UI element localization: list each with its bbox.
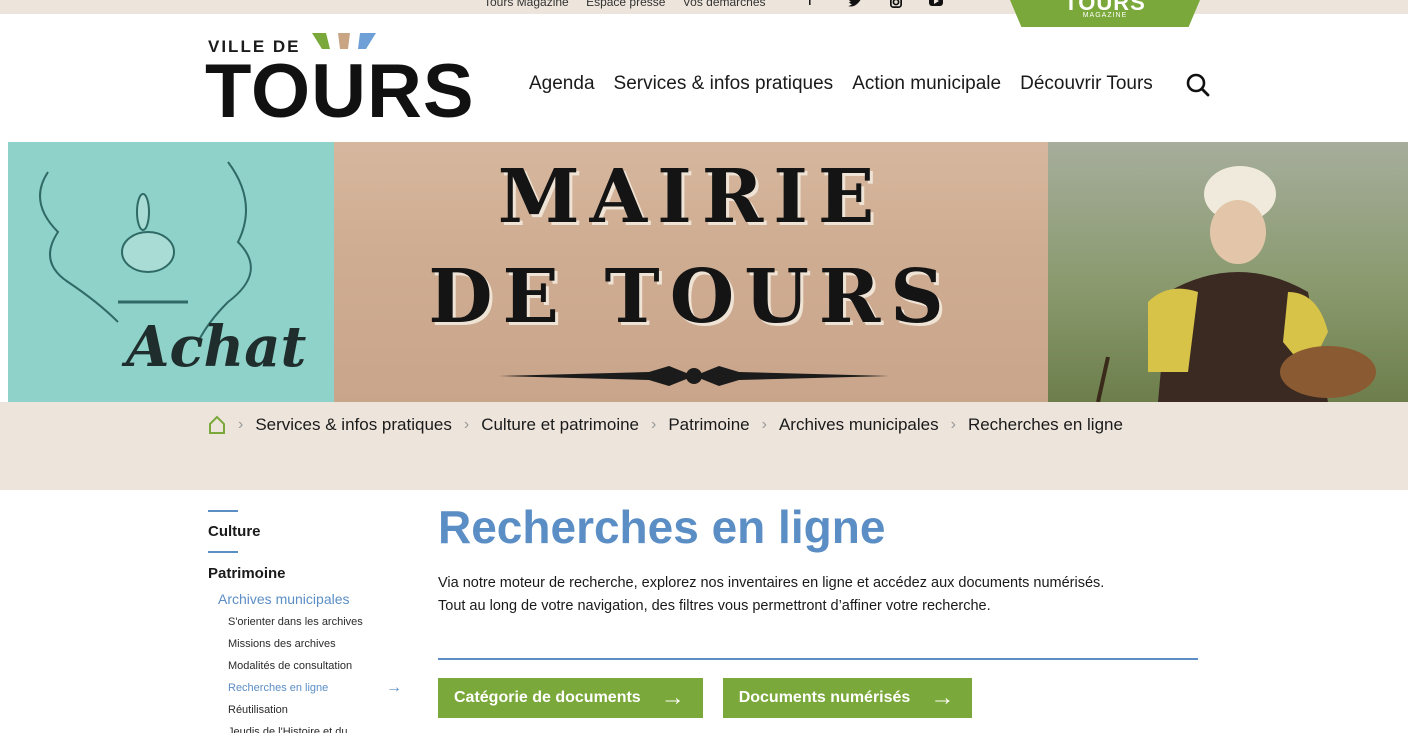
sidebar-item-jeudis-histoire[interactable]: Jeudis de l'Histoire et du (228, 721, 408, 733)
breadcrumb-item[interactable]: Archives municipales (779, 415, 939, 435)
logo-tours: TOURS (205, 49, 475, 134)
sidebar-item-reutilisation[interactable]: Réutilisation (228, 699, 408, 721)
banner-photo-child (1048, 142, 1408, 402)
sidebar-section-culture[interactable]: Culture (208, 523, 408, 540)
sidebar-item-missions[interactable]: Missions des archives (228, 633, 408, 655)
sidebar-item-recherches-en-ligne[interactable]: Recherches en ligne → (228, 677, 408, 699)
banner-left-caption: Achat (126, 314, 307, 380)
link-vos-demarches[interactable]: Vos démarches (683, 0, 766, 9)
sidebar-rule (208, 551, 238, 553)
action-buttons: Catégorie de documents → Documents numér… (438, 678, 973, 718)
nav-decouvrir-tours[interactable]: Découvrir Tours (1020, 73, 1153, 95)
banner-title-line1: MAIRIE (497, 154, 885, 240)
nav-services-infos[interactable]: Services & infos pratiques (614, 73, 834, 95)
chevron-right-icon: › (761, 416, 767, 433)
banner-title-line2: DE TOURS (428, 254, 954, 340)
main-content: Recherches en ligne Via notre moteur de … (438, 500, 1198, 660)
breadcrumb-item[interactable]: Patrimoine (668, 415, 749, 435)
youtube-icon[interactable] (929, 0, 943, 11)
home-icon[interactable] (208, 415, 226, 435)
utility-bar: Tours Magazine Espace presse Vos démarch… (0, 0, 1408, 27)
search-icon[interactable] (1185, 72, 1211, 98)
breadcrumb: › Services & infos pratiques › Culture e… (208, 415, 1123, 435)
main-nav: Agenda Services & infos pratiques Action… (529, 73, 1153, 95)
link-espace-presse[interactable]: Espace presse (586, 0, 665, 9)
sidebar-item-sorienter[interactable]: S'orienter dans les archives (228, 611, 408, 633)
section-divider (438, 658, 1198, 660)
chevron-right-icon: › (463, 416, 470, 433)
documents-numerises-button[interactable]: Documents numérisés → (722, 678, 973, 718)
chevron-right-icon: › (950, 416, 956, 433)
site-logo[interactable]: VILLE DE TOURS (205, 32, 478, 134)
arrow-right-icon: → (386, 679, 402, 696)
intro-line-1: Via notre moteur de recherche, explorez … (438, 575, 1105, 591)
twitter-icon[interactable] (848, 0, 862, 11)
banner-mairie-de-tours: MAIRIE DE TOURS (334, 142, 1048, 402)
breadcrumb-item[interactable]: Culture et patrimoine (481, 415, 639, 435)
sidebar-item-label: Recherches en ligne (228, 682, 329, 694)
utility-links: Tours Magazine Espace presse Vos démarch… (484, 0, 780, 9)
sidebar-item-modalites[interactable]: Modalités de consultation (228, 655, 408, 677)
ornament-divider (499, 366, 889, 386)
hero-banner: Achat MAIRIE DE TOURS (8, 142, 1408, 402)
sidebar-item-archives-municipales[interactable]: Archives municipales (218, 591, 408, 607)
nav-action-municipale[interactable]: Action municipale (852, 73, 1001, 95)
facebook-icon[interactable]: f (808, 0, 812, 8)
button-label: Documents numérisés (738, 689, 911, 706)
banner-illustration-achat: Achat (8, 142, 334, 402)
tours-magazine-badge[interactable]: TOURS MAGAZINE (1010, 0, 1200, 27)
sidebar-sublist: S'orienter dans les archives Missions de… (228, 611, 408, 733)
page-title: Recherches en ligne (438, 501, 886, 553)
chevron-right-icon: › (238, 416, 244, 433)
instagram-icon[interactable] (889, 0, 903, 11)
sidebar-rule (208, 510, 238, 512)
arrow-right-icon: → (660, 684, 685, 711)
sidebar-subsection-patrimoine[interactable]: Patrimoine (208, 565, 408, 582)
intro-line-2: Tout au long de votre navigation, des fi… (438, 598, 991, 614)
intro-text: Via notre moteur de recherche, explorez … (438, 572, 1198, 618)
categorie-documents-button[interactable]: Catégorie de documents → (438, 678, 703, 718)
breadcrumb-bar: › Services & infos pratiques › Culture e… (0, 402, 1408, 490)
chevron-right-icon: › (651, 416, 657, 433)
breadcrumb-item[interactable]: Services & infos pratiques (255, 415, 452, 435)
magazine-badge-title: TOURS (1064, 0, 1146, 15)
link-tours-magazine[interactable]: Tours Magazine (484, 0, 569, 9)
arrow-right-icon: → (930, 684, 955, 711)
sidebar-nav: Culture Patrimoine Archives municipales … (208, 510, 408, 733)
nav-agenda[interactable]: Agenda (529, 73, 595, 95)
breadcrumb-current: Recherches en ligne (967, 415, 1123, 434)
magazine-badge-subtitle: MAGAZINE (1082, 12, 1128, 19)
button-label: Catégorie de documents (454, 689, 641, 706)
